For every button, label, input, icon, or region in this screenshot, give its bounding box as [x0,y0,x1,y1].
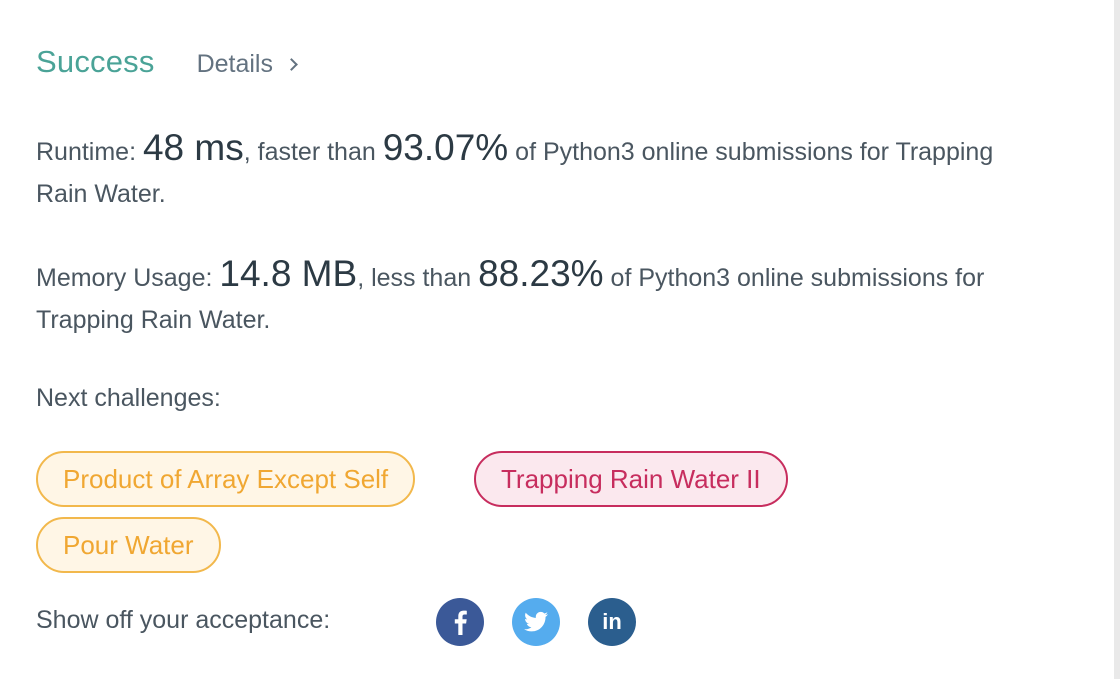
memory-label: Memory Usage: [36,264,220,292]
share-label: Show off your acceptance: [36,606,331,634]
twitter-share-button[interactable] [512,598,560,646]
memory-stat: Memory Usage: 14.8 MB, less than 88.23% … [36,253,1046,341]
details-label: Details [196,50,273,78]
result-header: Success Details [36,44,298,80]
linkedin-share-button[interactable]: in [588,598,636,646]
challenge-chip-product-of-array-except-self[interactable]: Product of Array Except Self [36,451,416,507]
challenge-chip-trapping-rain-water-ii[interactable]: Trapping Rain Water II [474,451,788,507]
memory-value: 14.8 MB [219,253,358,294]
runtime-middle: , faster than [243,138,383,166]
facebook-icon [454,610,467,635]
runtime-label: Runtime: [36,138,143,166]
status-label: Success [36,44,155,79]
memory-middle: , less than [357,264,479,292]
challenge-chip-pour-water[interactable]: Pour Water [36,517,221,573]
linkedin-icon: in [602,609,622,634]
scrollbar[interactable] [1114,0,1120,679]
facebook-share-button[interactable] [436,598,484,646]
submission-result-panel: Success Details Runtime: 48 ms, faster t… [0,0,1114,679]
runtime-percent: 93.07% [382,127,509,168]
runtime-stat: Runtime: 48 ms, faster than 93.07% of Py… [36,127,1046,215]
details-link[interactable]: Details [196,50,298,79]
runtime-value: 48 ms [142,127,244,168]
twitter-icon [524,611,548,632]
chevron-right-icon [285,58,298,71]
next-challenges-label: Next challenges: [36,384,221,412]
memory-percent: 88.23% [478,253,604,294]
